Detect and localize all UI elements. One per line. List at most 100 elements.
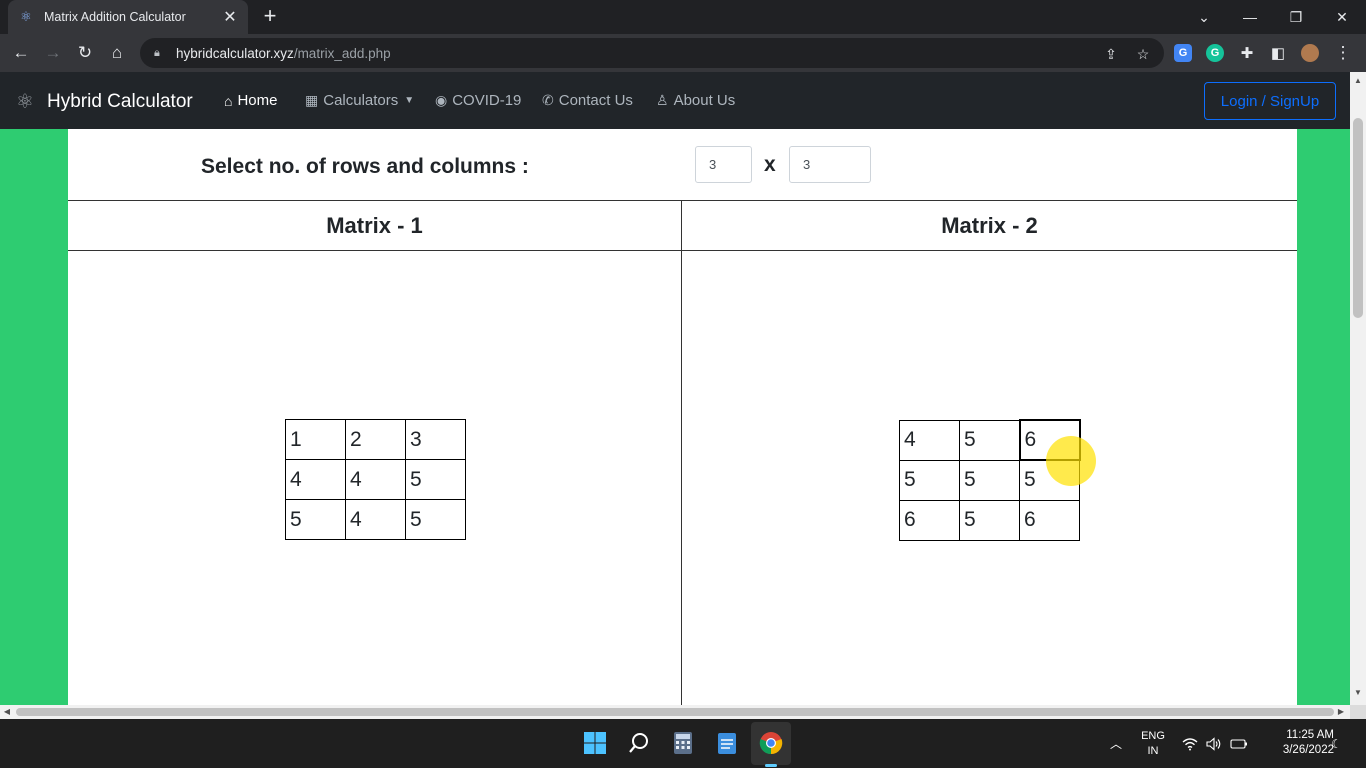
login-signup-button[interactable]: Login / SignUp [1204, 82, 1336, 120]
close-window-button[interactable]: ✕ [1319, 0, 1365, 34]
windows-start-icon[interactable] [581, 729, 609, 757]
calculator-panel: Select no. of rows and columns : 3 x 3 M… [68, 129, 1297, 705]
minimize-button[interactable]: — [1227, 0, 1273, 34]
nav-covid-label: COVID-19 [452, 92, 522, 109]
browser-tab[interactable]: ⚛ Matrix Addition Calculator ✕ [8, 0, 248, 34]
matrix-1-cell[interactable]: 5 [405, 499, 466, 540]
address-bar[interactable]: 🔒︎ hybridcalculator.xyz/matrix_add.php ⇪… [140, 38, 1164, 68]
nav-home[interactable]: ⌂ Home [224, 92, 277, 109]
lock-icon: 🔒︎ [154, 47, 160, 59]
matrix-2-cell[interactable]: 6 [899, 499, 960, 541]
nav-about[interactable]: ♙ About Us [656, 92, 735, 109]
scroll-down-arrow-icon[interactable]: ▼ [1350, 688, 1366, 697]
search-icon[interactable] [625, 729, 653, 757]
lang-code: ENG [1141, 730, 1165, 742]
side-panel-icon[interactable]: ◧ [1265, 40, 1291, 66]
nav-covid[interactable]: ◉ COVID-19 [435, 92, 521, 109]
scrollbar-corner [1350, 705, 1366, 719]
focus-assist-moon-icon[interactable]: ☾ [1331, 719, 1342, 768]
lang-region: IN [1147, 745, 1159, 757]
calculator-icon: ▦ [305, 92, 319, 108]
site-navbar: ⚛ Hybrid Calculator ⌂ Home ▦ Calculators… [0, 72, 1350, 129]
brand-name: Hybrid Calculator [47, 90, 193, 112]
chrome-icon[interactable] [757, 729, 785, 757]
system-clock[interactable]: 11:25 AM 3/26/2022 [1252, 728, 1334, 758]
scroll-up-arrow-icon[interactable]: ▲ [1350, 76, 1366, 85]
matrix-1-cell[interactable]: 2 [345, 419, 406, 460]
tab-title: Matrix Addition Calculator [44, 10, 186, 24]
nav-contact[interactable]: ✆ Contact Us [542, 92, 633, 109]
matrix-2-cell[interactable]: 5 [959, 459, 1020, 501]
tab-search-icon[interactable]: ⌄ [1181, 0, 1227, 34]
windows-taskbar: ︿ ENG IN 11:25 AM 3/26/2022 ☾ [0, 719, 1366, 768]
matrix-1-cell[interactable]: 1 [285, 419, 346, 460]
dimension-separator: x [764, 153, 776, 176]
matrix-1-cell[interactable]: 4 [345, 499, 406, 540]
calculator-app-icon[interactable] [669, 729, 697, 757]
matrix-row: 5 5 5 [899, 459, 1080, 501]
extensions-puzzle-icon[interactable]: ✚ [1234, 40, 1260, 66]
browser-toolbar: ← → ↻ ⌂ 🔒︎ hybridcalculator.xyz/matrix_a… [0, 34, 1366, 72]
clock-date: 3/26/2022 [1282, 744, 1334, 756]
browser-menu-icon[interactable]: ⋮ [1330, 40, 1356, 66]
volume-icon[interactable] [1206, 719, 1222, 768]
dimension-label: Select no. of rows and columns : [201, 155, 529, 178]
restore-button[interactable]: ❐ [1273, 0, 1319, 34]
matrix-2-cell[interactable]: 6 [1019, 499, 1080, 541]
matrix-1-cell[interactable]: 5 [285, 499, 346, 540]
matrix-1-cell[interactable]: 3 [405, 419, 466, 460]
vertical-scrollbar[interactable]: ▲ ▼ [1350, 72, 1366, 705]
person-icon: ♙ [656, 92, 669, 108]
matrix-row: 4 4 5 [285, 459, 466, 500]
caret-down-icon: ▼ [404, 95, 415, 106]
matrix-row: 4 5 6 [899, 419, 1081, 461]
matrix-row: 5 4 5 [285, 499, 466, 540]
matrix-2-cell[interactable]: 5 [899, 459, 960, 501]
nav-calculators-dropdown[interactable]: ▦ Calculators ▼ [305, 92, 414, 109]
scroll-right-arrow-icon[interactable]: ▶ [1334, 705, 1348, 719]
atom-icon: ⚛ [20, 9, 32, 24]
matrix-row: 6 5 6 [899, 499, 1080, 541]
forward-icon[interactable]: → [40, 40, 66, 66]
vertical-scroll-thumb[interactable] [1353, 118, 1363, 318]
url-path: /matrix_add.php [293, 45, 391, 61]
notepad-icon[interactable] [713, 729, 741, 757]
site-brand[interactable]: ⚛ Hybrid Calculator [16, 89, 193, 114]
matrix-1-cell[interactable]: 4 [345, 459, 406, 500]
grammarly-extension-icon[interactable]: G [1206, 44, 1224, 62]
nav-home-label: Home [237, 92, 278, 109]
home-page-icon[interactable]: ⌂ [104, 40, 130, 66]
matrix-1-column: Matrix - 1 1 2 3 4 4 5 5 4 5 [68, 201, 682, 705]
web-page: ⚛ Hybrid Calculator ⌂ Home ▦ Calculators… [0, 72, 1350, 705]
share-icon[interactable]: ⇪ [1102, 45, 1120, 63]
matrix-2-cell[interactable]: 5 [1019, 459, 1080, 501]
language-indicator[interactable]: ENG IN [1138, 729, 1168, 759]
matrix-2-title: Matrix - 2 [682, 201, 1297, 251]
tray-chevron-icon[interactable]: ︿ [1110, 719, 1122, 768]
columns-input[interactable]: 3 [789, 146, 871, 183]
new-tab-button[interactable]: + [258, 5, 282, 29]
scroll-left-arrow-icon[interactable]: ◀ [0, 705, 14, 719]
battery-icon[interactable] [1230, 719, 1248, 768]
matrix-2-cell[interactable]: 5 [959, 499, 1020, 541]
matrix-1-grid: 1 2 3 4 4 5 5 4 5 [285, 419, 466, 540]
bookmark-star-icon[interactable]: ☆ [1134, 45, 1152, 63]
reload-icon[interactable]: ↻ [72, 40, 98, 66]
matrix-2-cell[interactable]: 4 [899, 419, 960, 461]
profile-avatar[interactable] [1301, 44, 1319, 62]
virus-icon: ◉ [435, 92, 448, 108]
translate-extension-icon[interactable]: G [1174, 44, 1192, 62]
matrix-1-cell[interactable]: 4 [285, 459, 346, 500]
close-tab-icon[interactable]: ✕ [222, 7, 238, 27]
wifi-icon[interactable] [1182, 719, 1198, 768]
matrix-1-cell[interactable]: 5 [405, 459, 466, 500]
horizontal-scrollbar[interactable]: ◀ ▶ [0, 705, 1350, 719]
horizontal-scroll-thumb[interactable] [16, 708, 1334, 716]
back-icon[interactable]: ← [8, 40, 34, 66]
browser-tab-strip: ⚛ Matrix Addition Calculator ✕ + ⌄ — ❐ ✕ [0, 0, 1366, 34]
matrix-2-cell-focused[interactable]: 6 [1018, 419, 1081, 461]
dimension-selector: Select no. of rows and columns : 3 x 3 [68, 129, 1297, 201]
home-icon: ⌂ [224, 92, 233, 109]
matrix-2-cell[interactable]: 5 [959, 419, 1020, 461]
rows-input[interactable]: 3 [695, 146, 752, 183]
